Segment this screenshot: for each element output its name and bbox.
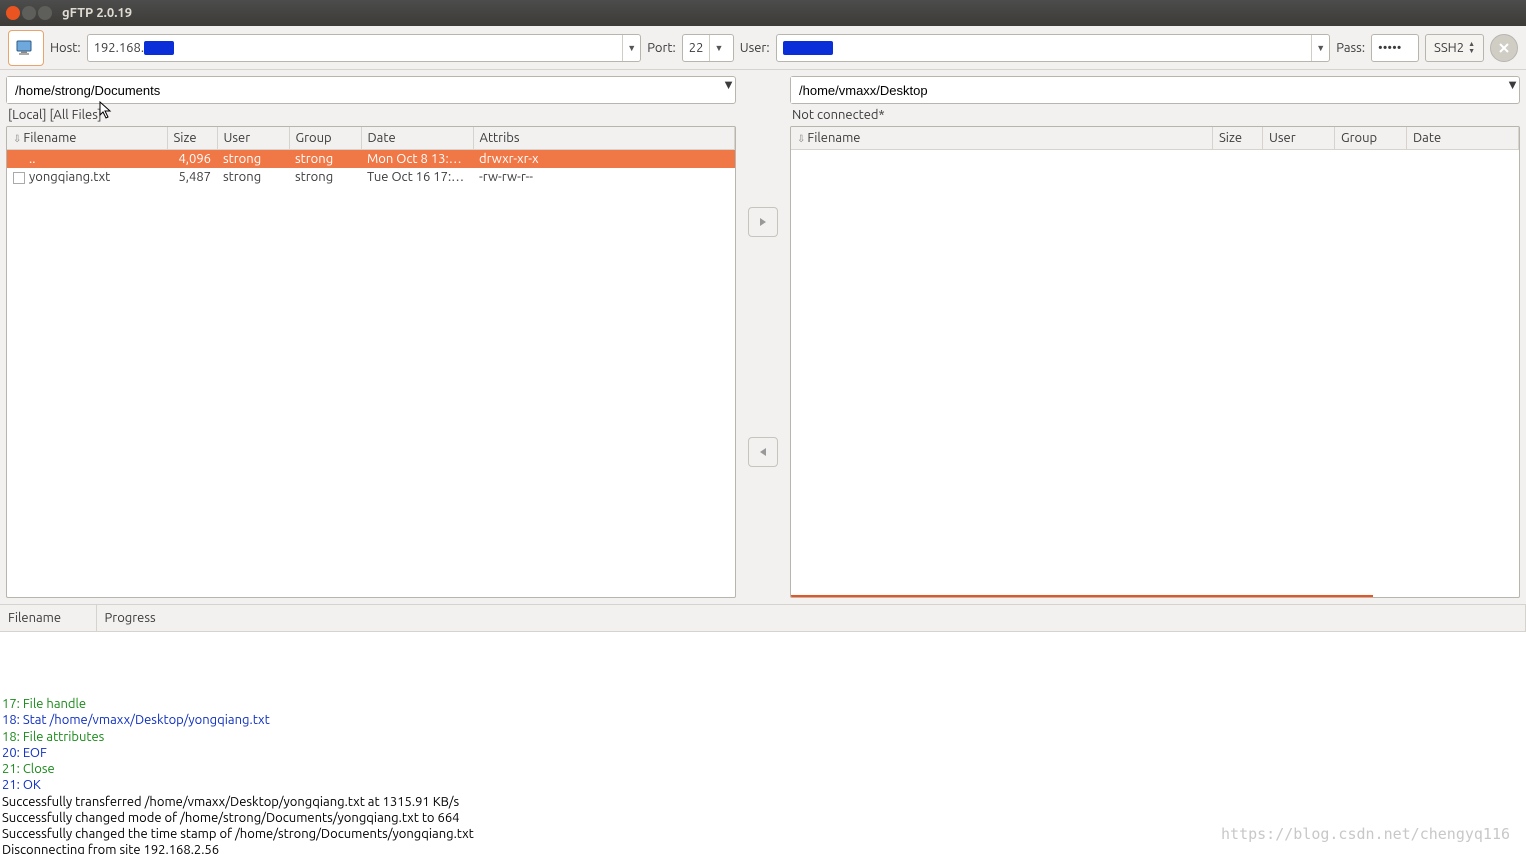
file-name: yongqiang.txt (29, 170, 110, 184)
log-line: Disconnecting from site 192.168.2.56 (2, 842, 1524, 854)
log-line: 18: File attributes (2, 729, 1524, 745)
port-input[interactable]: 22 ▼ (682, 34, 734, 62)
file-date: Tue Oct 16 17:15:2 (361, 168, 473, 186)
col-date[interactable]: Date (1407, 127, 1519, 150)
log-line: 18: Stat /home/vmaxx/Desktop/yongqiang.t… (2, 712, 1524, 728)
log-line: Successfully transferred /home/vmaxx/Des… (2, 794, 1524, 810)
file-size: 4,096 (167, 150, 217, 169)
file-user: strong (217, 150, 289, 169)
file-user: strong (217, 168, 289, 186)
remote-path-value[interactable] (791, 77, 1506, 103)
local-pane: ▼ [Local] [All Files] ⇩Filename Size Use… (6, 76, 736, 598)
remote-path-input[interactable]: ▼ (790, 76, 1520, 104)
local-path-dropdown[interactable]: ▼ (722, 77, 735, 103)
connection-toolbar: Host: 192.168. ▼ Port: 22 ▼ User: ▼ Pass… (0, 26, 1526, 70)
sort-icon: ⇩ (797, 133, 805, 144)
col-filename[interactable]: ⇩Filename (791, 127, 1213, 150)
local-file-list[interactable]: ⇩Filename Size User Group Date Attribs .… (6, 126, 736, 598)
stop-button[interactable] (1490, 34, 1518, 62)
protocol-select[interactable]: SSH2 ▲▼ (1425, 34, 1484, 62)
sort-icon: ⇩ (13, 133, 21, 144)
log-line: 20: EOF (2, 745, 1524, 761)
minimize-button[interactable] (22, 6, 36, 20)
port-value: 22 (683, 35, 710, 61)
port-label: Port: (647, 41, 675, 55)
local-path-input[interactable]: ▼ (6, 76, 736, 104)
titlebar: gFTP 2.0.19 (0, 0, 1526, 26)
local-path-value[interactable] (7, 77, 722, 103)
table-row[interactable]: ..4,096strongstrongMon Oct 8 13:42:3drwx… (7, 150, 735, 169)
host-dropdown[interactable]: ▼ (622, 35, 640, 61)
col-group[interactable]: Group (1335, 127, 1407, 150)
log-panel[interactable]: 17: File handle18: Stat /home/vmaxx/Desk… (0, 694, 1526, 854)
loading-indicator (791, 595, 1373, 597)
queue-col-progress[interactable]: Progress (96, 605, 1526, 632)
protocol-value: SSH2 (1434, 41, 1464, 55)
log-line: 21: Close (2, 761, 1524, 777)
host-value: 192.168. (94, 41, 144, 55)
queue-table: Filename Progress (0, 605, 1526, 632)
file-size: 5,487 (167, 168, 217, 186)
arrow-left-icon (757, 446, 769, 458)
user-label: User: (740, 41, 770, 55)
host-redacted (144, 41, 174, 55)
maximize-button[interactable] (38, 6, 52, 20)
user-input[interactable]: ▼ (776, 34, 1331, 62)
col-attribs[interactable]: Attribs (473, 127, 735, 150)
computer-icon (14, 36, 38, 60)
remote-status: Not connected* (790, 106, 1520, 126)
local-table: ⇩Filename Size User Group Date Attribs .… (7, 127, 735, 186)
file-date: Mon Oct 8 13:42:3 (361, 150, 473, 169)
remote-path-dropdown[interactable]: ▼ (1506, 77, 1519, 103)
remote-file-list[interactable]: ⇩Filename Size User Group Date (790, 126, 1520, 598)
host-input[interactable]: 192.168. ▼ (87, 34, 642, 62)
file-group: strong (289, 168, 361, 186)
file-attribs: drwxr-xr-x (473, 150, 735, 169)
file-icon (13, 172, 25, 184)
file-attribs: -rw-rw-r-- (473, 168, 735, 186)
col-group[interactable]: Group (289, 127, 361, 150)
window-title: gFTP 2.0.19 (62, 6, 132, 20)
col-user[interactable]: User (1263, 127, 1335, 150)
remote-pane: ▼ Not connected* ⇩Filename Size User Gro… (790, 76, 1520, 598)
window-controls (6, 6, 52, 20)
user-dropdown[interactable]: ▼ (1311, 35, 1329, 61)
table-row[interactable]: yongqiang.txt5,487strongstrongTue Oct 16… (7, 168, 735, 186)
col-size[interactable]: Size (167, 127, 217, 150)
watermark: https://blog.csdn.net/chengyq116 (1221, 825, 1510, 844)
connect-button[interactable] (8, 30, 44, 66)
col-date[interactable]: Date (361, 127, 473, 150)
transfer-controls (736, 76, 790, 598)
log-line: 17: File handle (2, 696, 1524, 712)
close-icon (1498, 42, 1510, 54)
col-user[interactable]: User (217, 127, 289, 150)
remote-table: ⇩Filename Size User Group Date (791, 127, 1519, 150)
upload-button[interactable] (748, 207, 778, 237)
col-filename[interactable]: ⇩Filename (7, 127, 167, 150)
port-dropdown[interactable]: ▼ (709, 35, 727, 61)
queue-col-filename[interactable]: Filename (0, 605, 96, 632)
pass-input[interactable]: ••••• (1371, 34, 1419, 62)
folder-up-icon (13, 154, 25, 166)
pass-label: Pass: (1336, 41, 1365, 55)
spin-icon: ▲▼ (1468, 41, 1475, 55)
user-redacted (783, 41, 833, 55)
arrow-right-icon (757, 216, 769, 228)
col-size[interactable]: Size (1213, 127, 1263, 150)
host-label: Host: (50, 41, 81, 55)
transfer-queue: Filename Progress (0, 604, 1526, 694)
local-status: [Local] [All Files] (6, 106, 736, 126)
pass-value: ••••• (1378, 41, 1401, 55)
download-button[interactable] (748, 437, 778, 467)
main-area: ▼ [Local] [All Files] ⇩Filename Size Use… (0, 70, 1526, 604)
file-name: .. (29, 152, 35, 166)
file-group: strong (289, 150, 361, 169)
close-button[interactable] (6, 6, 20, 20)
log-line: Successfully changed mode of /home/stron… (2, 810, 1524, 826)
log-line: 21: OK (2, 777, 1524, 793)
